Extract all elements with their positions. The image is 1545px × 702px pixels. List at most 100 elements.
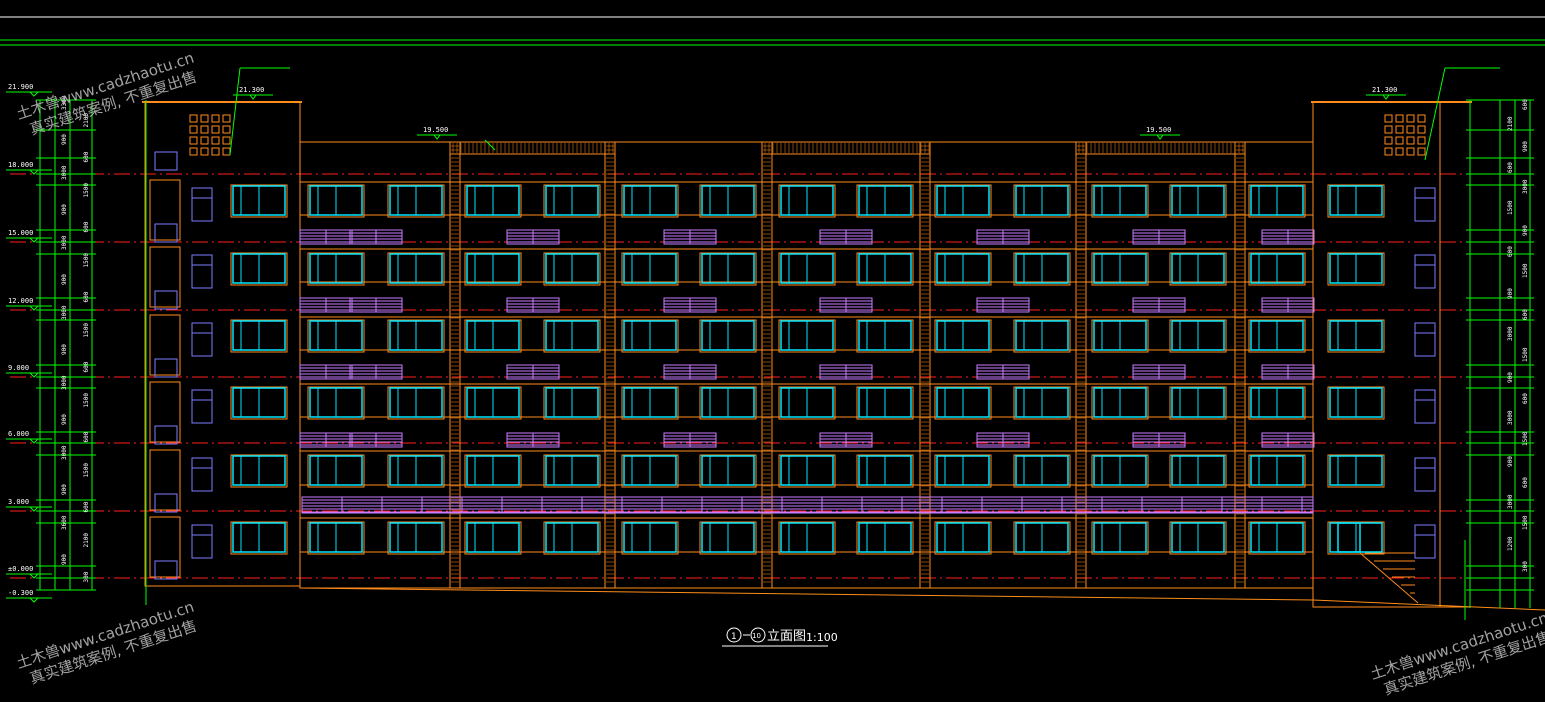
parapet-mark-right-triangle	[1382, 94, 1390, 100]
column	[919, 141, 931, 589]
dim-label-right: 3000	[1522, 179, 1529, 194]
dim-label-left: 2100	[83, 533, 90, 548]
dim-label-left: 600	[83, 151, 90, 162]
vent-cell	[1406, 136, 1415, 145]
vent-cell	[189, 147, 198, 156]
vent-cell	[222, 125, 231, 134]
stair-window	[1414, 524, 1436, 559]
stair-glass	[154, 560, 178, 580]
dim-label-left: 1500	[83, 323, 90, 338]
vent-cell	[222, 147, 231, 156]
column	[1234, 141, 1246, 589]
leader-line	[229, 67, 241, 156]
dim-label-left: 3000	[61, 235, 68, 250]
vent-cell	[1417, 114, 1426, 123]
dim-label-right: 900	[1522, 141, 1529, 152]
dim-label-left: 3000	[61, 305, 68, 320]
vent-cell	[1406, 114, 1415, 123]
stair-window	[191, 187, 213, 222]
title-circle-b-label: 10	[752, 632, 761, 640]
dim-label-right: 1200	[1507, 536, 1514, 551]
entrance-door	[1337, 522, 1361, 553]
vent-cell	[1406, 147, 1415, 156]
vent-cell	[200, 147, 209, 156]
dim-label-right: 600	[1522, 393, 1529, 404]
stair-glass	[154, 223, 178, 243]
vent-cell	[200, 136, 209, 145]
stair-glass	[154, 290, 178, 310]
dim-label-right: 1500	[1522, 431, 1529, 446]
column	[1075, 141, 1087, 589]
dim-label-right: 3000	[1507, 410, 1514, 425]
column	[449, 141, 461, 589]
roof-mark-left-triangle	[433, 134, 441, 140]
dim-label-right: 600	[1507, 162, 1514, 173]
level-mark-triangle	[29, 597, 39, 603]
parapet-cap	[449, 141, 616, 155]
vent-cell	[222, 136, 231, 145]
dim-label-right: 600	[1522, 309, 1529, 320]
vent-cell	[1384, 147, 1393, 156]
level-mark-triangle	[29, 305, 39, 311]
stair-glass	[154, 425, 178, 445]
level-mark-label: 9.000	[8, 364, 29, 372]
level-mark-label: 3.000	[8, 498, 29, 506]
stair-window	[191, 389, 213, 424]
dim-label-right: 1500	[1507, 200, 1514, 215]
vent-cell	[211, 114, 220, 123]
dim-label-left: 300	[83, 571, 90, 582]
stair-window	[191, 322, 213, 357]
vent-cell	[1417, 125, 1426, 134]
vent-cell	[189, 125, 198, 134]
column	[761, 141, 773, 589]
dim-label-right: 2100	[1507, 116, 1514, 131]
vent-cell	[200, 125, 209, 134]
floor-datum-lines	[10, 173, 1530, 579]
dim-label-left: 1500	[83, 463, 90, 478]
dim-label-right: 1500	[1522, 263, 1529, 278]
parapet-mark-right-label: 21.300	[1372, 86, 1397, 94]
dim-label-left: 600	[83, 361, 90, 372]
dim-label-left: 900	[61, 344, 68, 355]
dim-label-left: 1500	[83, 183, 90, 198]
dim-label-left: 600	[83, 221, 90, 232]
vent-cell	[189, 114, 198, 123]
vent-cell	[1417, 147, 1426, 156]
level-mark-label: 15.000	[8, 229, 33, 237]
dim-label-left: 1500	[83, 393, 90, 408]
dim-label-right: 900	[1507, 456, 1514, 467]
level-mark-label: ±0.000	[8, 565, 33, 573]
level-mark-label: 18.000	[8, 161, 33, 169]
vent-cell	[189, 136, 198, 145]
level-mark-triangle	[29, 506, 39, 512]
dim-label-right: 300	[1522, 561, 1529, 572]
dim-label-right: 600	[1507, 246, 1514, 257]
title-circle-a-label: 1	[731, 632, 737, 642]
vent-cell	[211, 147, 220, 156]
vent-cell	[1395, 125, 1404, 134]
dim-label-left: 3000	[61, 445, 68, 460]
stair-glass	[154, 151, 178, 171]
vent-cell	[1395, 147, 1404, 156]
dim-label-left: 3000	[61, 165, 68, 180]
level-mark-triangle	[29, 573, 39, 579]
title-scale: 1:100	[806, 631, 838, 644]
dim-label-left: 900	[61, 204, 68, 215]
right-stair-tower	[1312, 101, 1471, 608]
stair-glass	[154, 493, 178, 513]
stair-window	[1414, 187, 1436, 222]
dim-label-left: 600	[83, 431, 90, 442]
level-mark-triangle	[29, 237, 39, 243]
dim-label-left: 600	[83, 501, 90, 512]
dim-label-left: 900	[61, 274, 68, 285]
vent-cell	[222, 114, 231, 123]
ground-line	[1312, 599, 1545, 611]
vent-cell	[1384, 136, 1393, 145]
dim-label-left: 900	[61, 554, 68, 565]
stair-window	[191, 457, 213, 492]
level-marks: 21.900 18.000 15.000 12.000 9.000 6.000 3.000 ±…	[6, 67, 1500, 620]
dim-label-right: 3000	[1507, 494, 1514, 509]
column	[604, 141, 616, 589]
vent-cell	[211, 136, 220, 145]
level-mark-label: 6.000	[8, 430, 29, 438]
